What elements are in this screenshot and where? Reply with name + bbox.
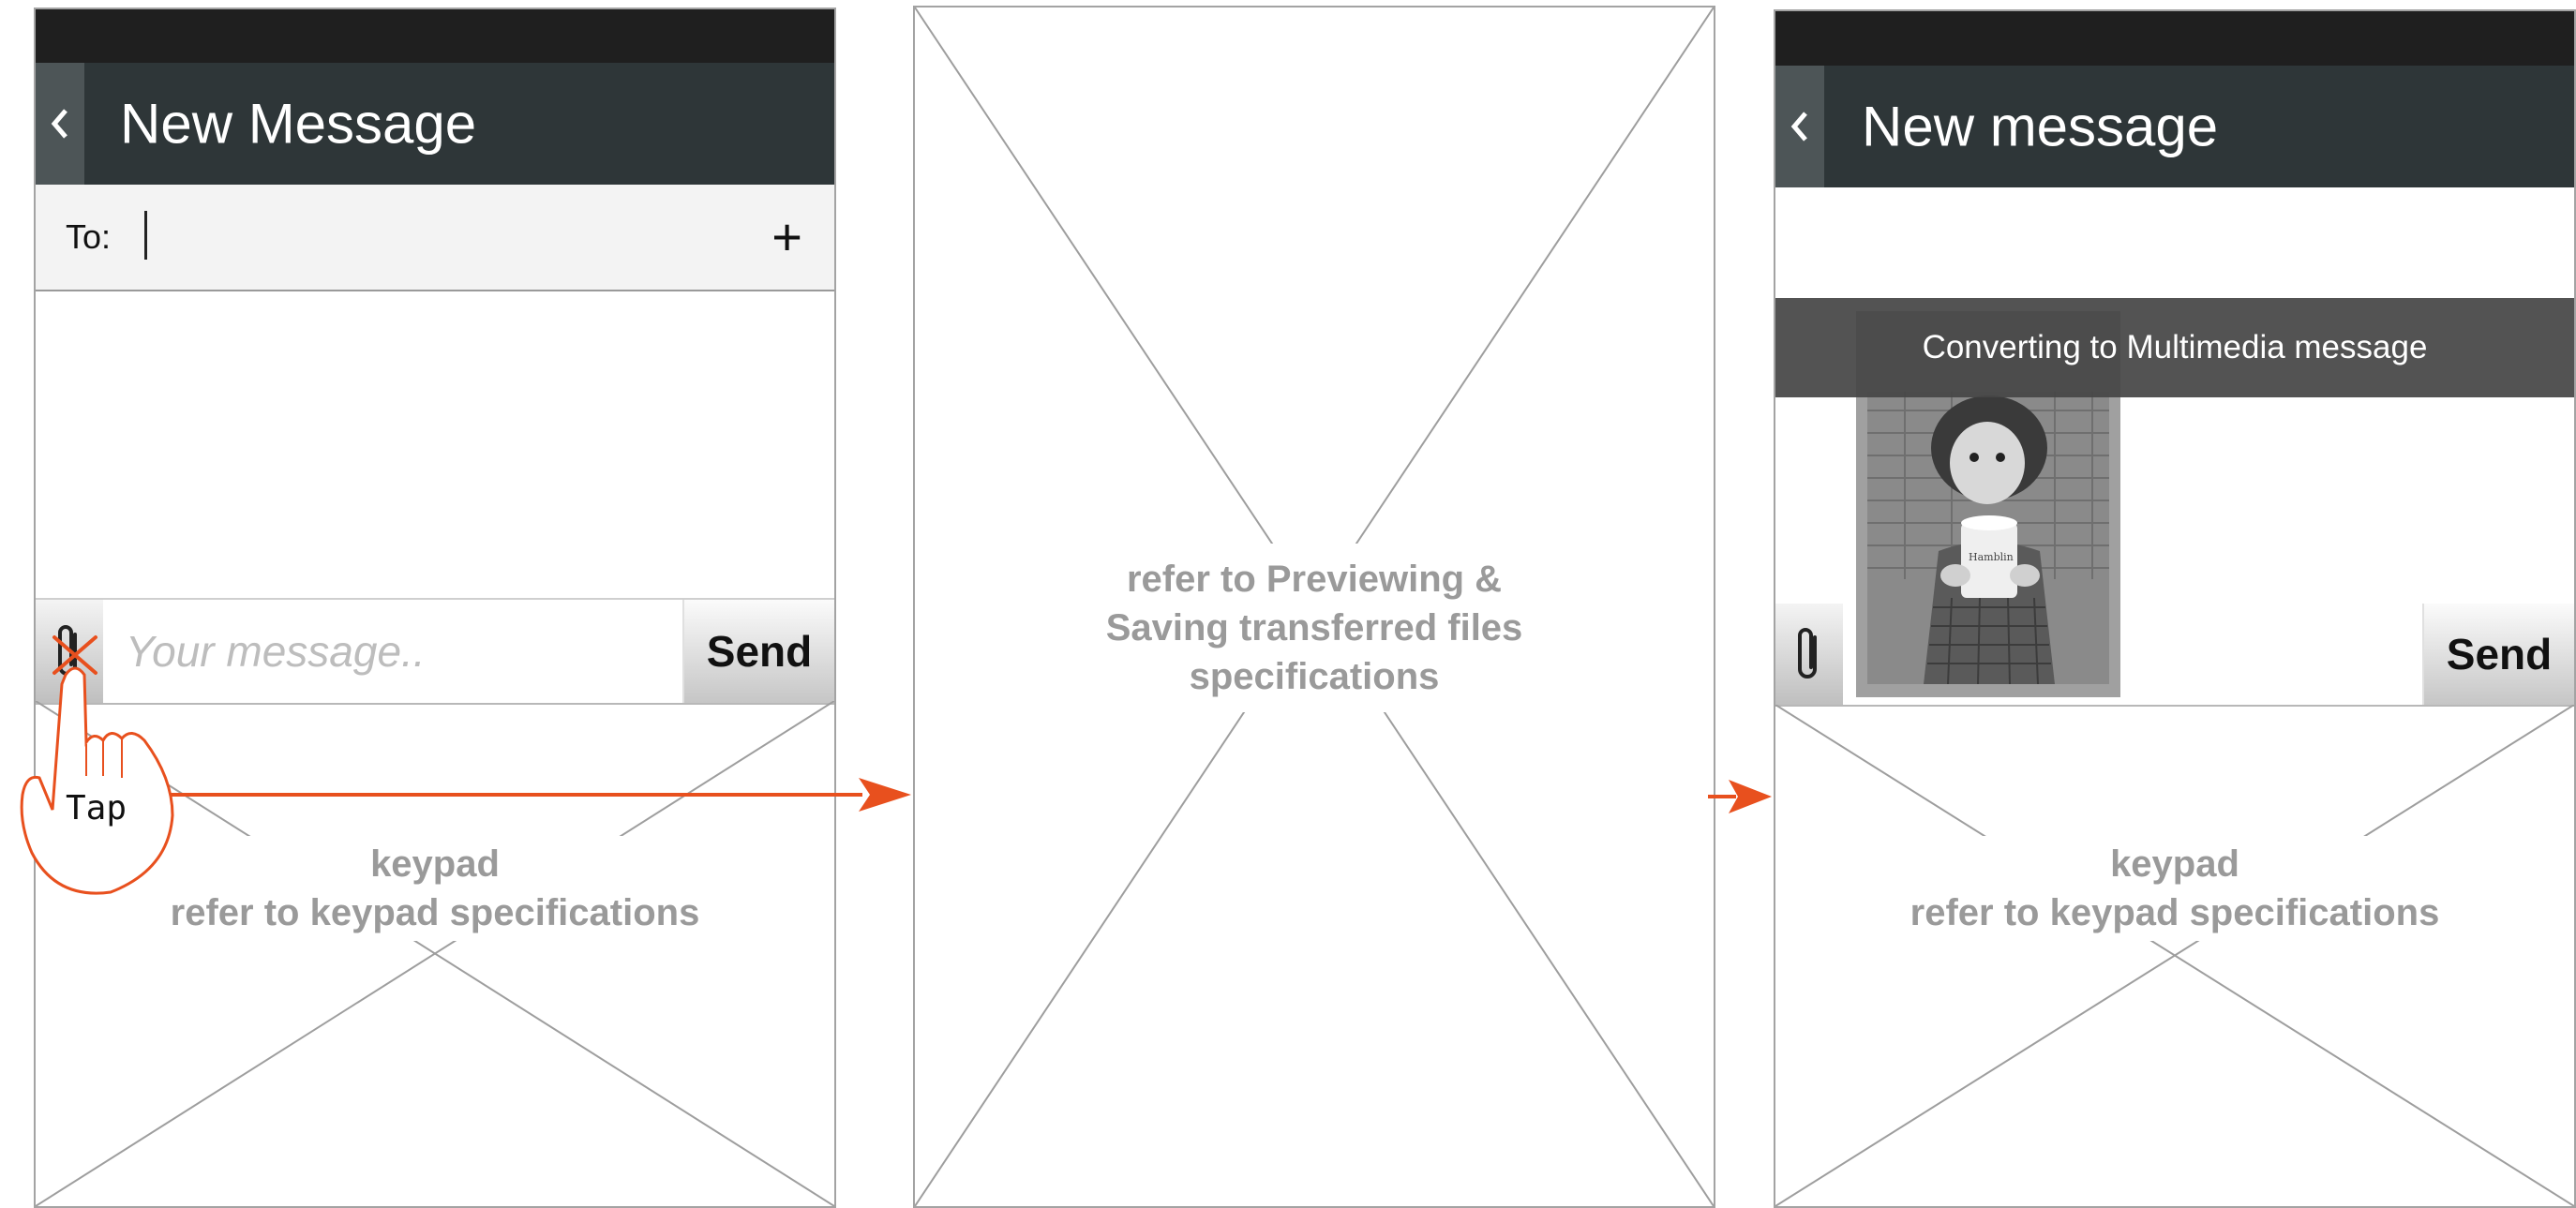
add-recipient-button[interactable]: + [771, 211, 802, 263]
tap-label: Tap [66, 789, 127, 828]
page-title: New Message [120, 92, 477, 156]
preview-note-line2: Saving transferred files [1105, 607, 1523, 649]
screen-new-message: New Message To: + Your message.. Send ke… [34, 7, 836, 1208]
attach-button[interactable] [1775, 604, 1843, 705]
converting-banner: Converting to Multimedia message [1775, 298, 2574, 397]
send-button[interactable]: Send [682, 600, 834, 703]
chevron-left-icon [1790, 112, 1807, 142]
chevron-left-icon [51, 109, 67, 139]
back-button[interactable] [36, 63, 84, 185]
attachment-photo: Hamblin [1867, 392, 2109, 684]
page-title: New message [1862, 95, 2219, 158]
text-cursor [144, 211, 147, 260]
banner-text: Converting to Multimedia message [1922, 329, 2428, 365]
screen-new-message-converting: New message Converting to Multimedia mes… [1774, 9, 2576, 1208]
send-label: Send [2446, 630, 2553, 679]
keypad-reference: refer to keypad specifications [1910, 892, 2440, 933]
title-bar: New message [1775, 66, 2574, 187]
flow-arrow-2 [1708, 780, 1772, 813]
placeholder-cross [1775, 705, 2574, 1206]
preview-note: refer to Previewing & Saving transferred… [1056, 544, 1573, 712]
preview-note-line3: specifications [1189, 656, 1440, 697]
title-bar: New Message [36, 63, 834, 185]
keypad-title: keypad [2110, 843, 2239, 885]
keypad-note: keypad refer to keypad specifications [1775, 836, 2574, 941]
recipient-field[interactable]: To: + [36, 185, 834, 291]
keypad-placeholder: keypad refer to keypad specifications [1775, 705, 2574, 1206]
send-button[interactable]: Send [2422, 604, 2574, 705]
flow-arrow-1 [169, 778, 911, 812]
hand-tap-icon [20, 635, 174, 895]
send-label: Send [706, 627, 813, 676]
back-button[interactable] [1775, 66, 1824, 187]
status-bar [1775, 11, 2574, 66]
status-bar [36, 9, 834, 63]
svg-text:Hamblin: Hamblin [1969, 551, 2014, 563]
preview-note-line1: refer to Previewing & [1126, 559, 1503, 600]
screen-preview-placeholder: refer to Previewing & Saving transferred… [913, 6, 1715, 1208]
paperclip-icon [1798, 628, 1817, 679]
to-label: To: [66, 217, 112, 256]
